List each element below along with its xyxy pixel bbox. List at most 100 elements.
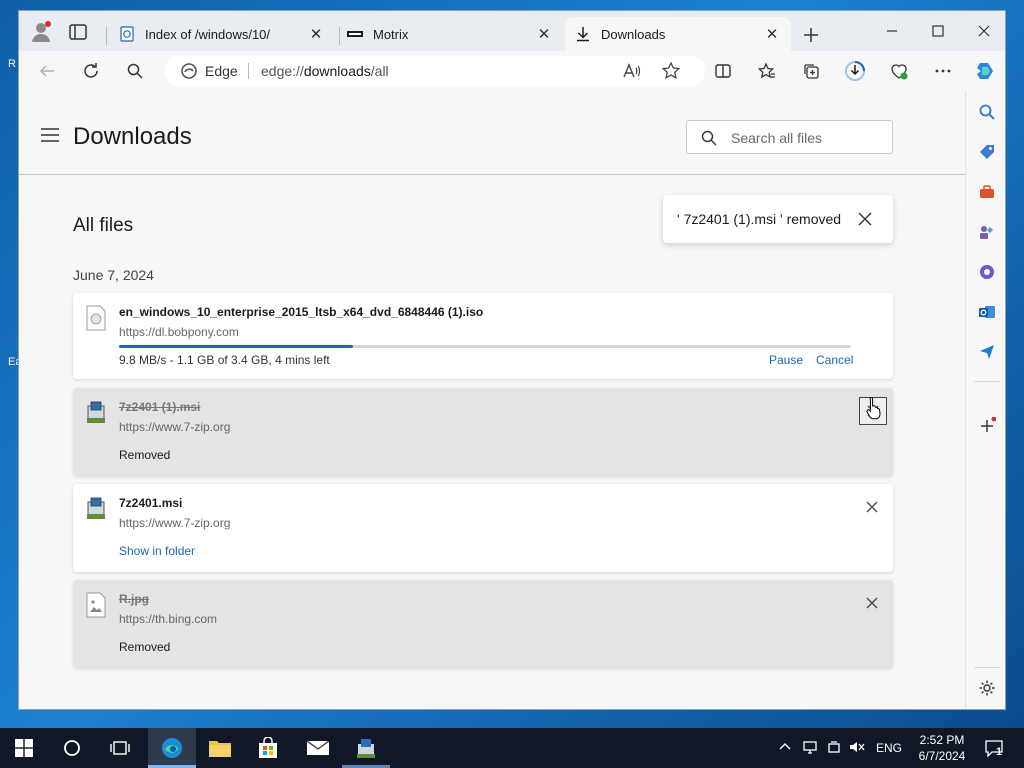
close-icon[interactable]	[855, 209, 875, 229]
desktop-icon-fragment: R	[8, 58, 16, 70]
profile-avatar-icon[interactable]	[29, 20, 53, 44]
address-bar[interactable]: Edge edge://downloads/all	[165, 56, 705, 86]
shopping-tag-icon[interactable]	[976, 141, 998, 163]
search-field[interactable]	[686, 120, 893, 154]
show-in-folder-link[interactable]: Show in folder	[119, 544, 195, 558]
wifi-icon[interactable]	[826, 739, 842, 758]
cancel-button[interactable]: Cancel	[816, 353, 853, 367]
clock-date: 6/7/2024	[918, 749, 966, 763]
tab-actions-icon[interactable]	[67, 22, 89, 42]
remove-from-list-button[interactable]	[861, 496, 883, 518]
file-name[interactable]: en_windows_10_enterprise_2015_ltsb_x64_d…	[119, 305, 483, 319]
download-progress-bar	[119, 345, 851, 348]
download-icon	[575, 26, 591, 42]
address-brand: Edge	[205, 63, 238, 79]
file-name: R.jpg	[119, 592, 149, 606]
task-view-icon[interactable]	[108, 736, 132, 760]
copilot-icon[interactable]	[973, 59, 997, 83]
file-source: https://th.bing.com	[119, 612, 218, 626]
store-icon[interactable]	[256, 736, 280, 760]
sidebar-settings-icon[interactable]	[976, 677, 998, 699]
new-tab-icon[interactable]	[801, 25, 821, 45]
page-title: Downloads	[73, 123, 192, 150]
tab-title: Motrix	[373, 26, 409, 42]
clock-time: 2:52 PM	[919, 733, 965, 747]
microsoft-365-icon[interactable]	[976, 261, 998, 283]
more-options-icon[interactable]	[931, 59, 955, 83]
remove-from-list-button[interactable]	[861, 592, 883, 614]
tab-strip: Index of /windows/10/ ✕ Motrix ✕ Downloa…	[19, 11, 1005, 51]
edge-logo-icon	[181, 63, 197, 79]
network-icon[interactable]	[802, 739, 818, 758]
file-source[interactable]: https://dl.bobpony.com	[119, 325, 239, 339]
show-hidden-icons[interactable]	[778, 740, 792, 757]
favorite-star-icon[interactable]	[661, 61, 681, 81]
read-aloud-icon[interactable]	[621, 61, 641, 81]
outlook-icon[interactable]	[976, 301, 998, 323]
start-windows-icon[interactable]	[12, 736, 36, 760]
file-source[interactable]: https://www.7-zip.org	[119, 516, 230, 530]
refresh-icon[interactable]	[79, 59, 103, 83]
tab-index-windows[interactable]: Index of /windows/10/ ✕	[109, 17, 335, 51]
hand-cursor-icon	[866, 396, 882, 420]
close-window-button[interactable]	[961, 17, 1005, 45]
close-tab-icon[interactable]: ✕	[535, 25, 553, 43]
download-progress-fill	[119, 345, 354, 348]
tools-icon[interactable]	[976, 181, 998, 203]
games-icon[interactable]	[976, 221, 998, 243]
menu-icon[interactable]	[41, 128, 59, 142]
edge-taskbar-icon[interactable]	[160, 736, 184, 760]
toast-message: ' 7z2401 (1).msi ' removed	[677, 211, 842, 227]
sidebar-search-icon[interactable]	[976, 101, 998, 123]
download-item[interactable]: 7z2401 (1).msi https://www.7-zip.org Rem…	[73, 388, 893, 476]
address-divider	[248, 63, 249, 79]
add-sidebar-app-icon[interactable]	[976, 415, 998, 437]
tab-downloads[interactable]: Downloads ✕	[565, 17, 791, 51]
search-input[interactable]	[731, 128, 881, 148]
sidebar	[965, 91, 1005, 709]
installer-file-icon	[85, 400, 107, 426]
minimize-button[interactable]	[869, 17, 915, 45]
volume-muted-icon[interactable]	[848, 739, 866, 758]
collections-icon[interactable]	[799, 59, 823, 83]
download-status: 9.8 MB/s - 1.1 GB of 3.4 GB, 4 mins left	[119, 353, 330, 367]
download-status: Removed	[119, 448, 171, 462]
download-item[interactable]: R.jpg https://th.bing.com Removed	[73, 580, 893, 668]
tab-motrix[interactable]: Motrix ✕	[337, 17, 563, 51]
performance-icon[interactable]	[887, 59, 911, 83]
browser-window: Index of /windows/10/ ✕ Motrix ✕ Downloa…	[18, 10, 1006, 710]
maximize-button[interactable]	[915, 17, 961, 45]
section-title: All files	[73, 215, 134, 236]
mail-icon[interactable]	[306, 736, 330, 760]
date-group-label: June 7, 2024	[73, 267, 154, 283]
sidebar-separator	[974, 667, 1000, 668]
search-icon[interactable]	[123, 59, 147, 83]
clock[interactable]: 2:52 PM 6/7/2024	[910, 732, 974, 764]
split-screen-icon[interactable]	[711, 59, 735, 83]
sidebar-separator	[974, 381, 1000, 382]
address-url[interactable]: edge://downloads/all	[261, 63, 389, 79]
page-header: Downloads	[19, 91, 965, 175]
download-item[interactable]: 7z2401.msi https://www.7-zip.org Show in…	[73, 484, 893, 572]
file-name[interactable]: 7z2401.msi	[119, 496, 182, 510]
language-indicator[interactable]: ENG	[876, 741, 902, 755]
download-item[interactable]: en_windows_10_enterprise_2015_ltsb_x64_d…	[73, 293, 893, 379]
tab-separator	[106, 27, 107, 45]
back-arrow-icon[interactable]	[35, 59, 59, 83]
file-name: 7z2401 (1).msi	[119, 400, 201, 414]
notification-count: 1	[996, 746, 1003, 758]
send-icon[interactable]	[976, 341, 998, 363]
close-tab-icon[interactable]: ✕	[307, 25, 325, 43]
browser-toolbar: Edge edge://downloads/all	[19, 51, 1005, 91]
image-file-icon	[85, 592, 107, 618]
page-icon	[119, 26, 135, 42]
cortana-search-icon[interactable]	[60, 736, 84, 760]
tab-title: Downloads	[601, 26, 666, 42]
close-tab-icon[interactable]: ✕	[763, 25, 781, 43]
motrix-icon	[347, 26, 363, 42]
file-explorer-icon[interactable]	[208, 736, 232, 760]
downloads-toolbar-icon[interactable]	[843, 59, 867, 83]
favorites-icon[interactable]	[755, 59, 779, 83]
installer-taskbar-icon[interactable]	[354, 736, 378, 760]
pause-button[interactable]: Pause	[769, 353, 803, 367]
